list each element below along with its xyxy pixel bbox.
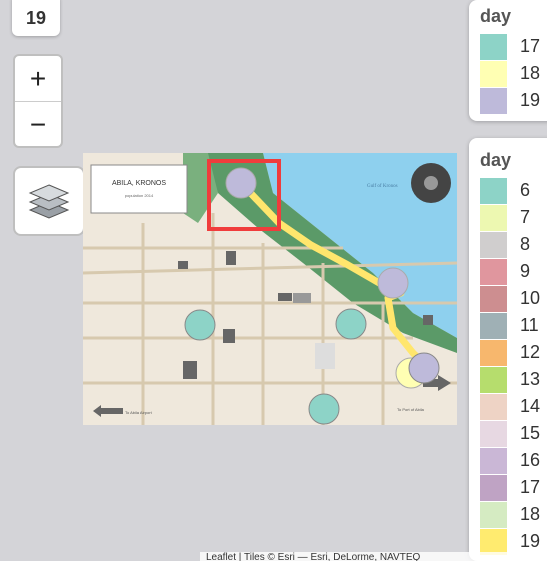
stop-marker[interactable]	[184, 309, 216, 341]
legend-swatch	[480, 177, 507, 204]
legend-label: 16	[520, 450, 541, 470]
legend-label: 13	[520, 369, 541, 389]
legend-label: 19	[520, 90, 541, 110]
legend-item: 6	[480, 177, 547, 204]
legend-bottom-title: day	[480, 150, 512, 170]
legend-label: 8	[520, 234, 531, 254]
legend-swatch	[480, 420, 507, 447]
stop-marker[interactable]	[377, 267, 409, 299]
legend-label: 6	[520, 180, 531, 200]
legend-item: 18	[480, 501, 547, 528]
legend-label: 9	[520, 261, 531, 281]
map-title: ABILA, KRONOS	[112, 180, 166, 187]
water-label: Gulf of Kronos	[367, 184, 398, 189]
legend-item: 13	[480, 366, 547, 393]
map-image: ABILA, KRONOS population 2014 Gulf of Kr…	[83, 153, 457, 425]
layers-icon	[28, 184, 70, 219]
legend-top: day 17 18 19	[469, 0, 547, 121]
legend-label: 11	[520, 315, 539, 335]
legend-top-title: day	[480, 6, 512, 26]
legend-label: 18	[520, 504, 541, 524]
legend-item: 7	[480, 204, 547, 231]
legend-swatch	[480, 33, 507, 60]
zoom-out-button[interactable]: −	[15, 102, 61, 146]
legend-item: 9	[480, 258, 547, 285]
legend-swatch	[480, 366, 507, 393]
legend-swatch	[480, 528, 507, 555]
legend-label: 18	[520, 63, 541, 83]
legend-item: 19	[480, 87, 547, 114]
legend-item: 15	[480, 420, 547, 447]
zoom-in-button[interactable]: +	[15, 56, 61, 102]
legend-label: 17	[520, 36, 541, 56]
legend-item: 12	[480, 339, 547, 366]
legend-swatch	[480, 258, 507, 285]
sign-elodis: To Port of Abila	[397, 407, 425, 412]
legend-item: 10	[480, 285, 547, 312]
stop-marker[interactable]	[408, 352, 440, 384]
legend-item: 14	[480, 393, 547, 420]
legend-label: 15	[520, 423, 541, 443]
legend-label: 14	[520, 396, 541, 416]
legend-swatch	[480, 447, 507, 474]
legend-swatch	[480, 285, 507, 312]
tourist-map[interactable]: ABILA, KRONOS population 2014 Gulf of Kr…	[83, 153, 457, 425]
legend-label: 10	[520, 288, 541, 308]
zoom-control: + −	[13, 54, 63, 148]
legend-swatch	[480, 312, 507, 339]
legend-item: 18	[480, 60, 547, 87]
legend-label: 7	[520, 207, 531, 227]
attribution: Leaflet | Tiles © Esri — Esri, DeLorme, …	[200, 552, 547, 561]
legend-label: 17	[520, 477, 541, 497]
legend-swatch	[480, 87, 507, 114]
legend-swatch	[480, 393, 507, 420]
legend-bottom: day 6 7 8 9 10 11 12 13 14 15 16 17 18 19	[469, 138, 547, 561]
stop-marker[interactable]	[308, 393, 340, 425]
legend-swatch	[480, 60, 507, 87]
stop-marker[interactable]	[335, 308, 367, 340]
day-badge: 19	[12, 0, 60, 36]
legend-swatch	[480, 204, 507, 231]
legend-item: 8	[480, 231, 547, 258]
legend-item: 11	[480, 312, 547, 339]
layers-button[interactable]	[13, 166, 85, 236]
legend-swatch	[480, 231, 507, 258]
day-badge-label: 19	[25, 7, 47, 28]
legend-item: 17	[480, 474, 547, 501]
legend-label: 19	[520, 531, 541, 551]
legend-item: 16	[480, 447, 547, 474]
legend-label: 12	[520, 342, 541, 362]
legend-swatch	[480, 501, 507, 528]
legend-item: 17	[480, 33, 547, 60]
legend-swatch	[480, 339, 507, 366]
stop-marker[interactable]	[225, 167, 257, 199]
sign-airport: To Abila Airport	[125, 410, 153, 415]
legend-item: 19	[480, 528, 547, 555]
map-subtitle: population 2014	[125, 193, 154, 198]
legend-swatch	[480, 474, 507, 501]
